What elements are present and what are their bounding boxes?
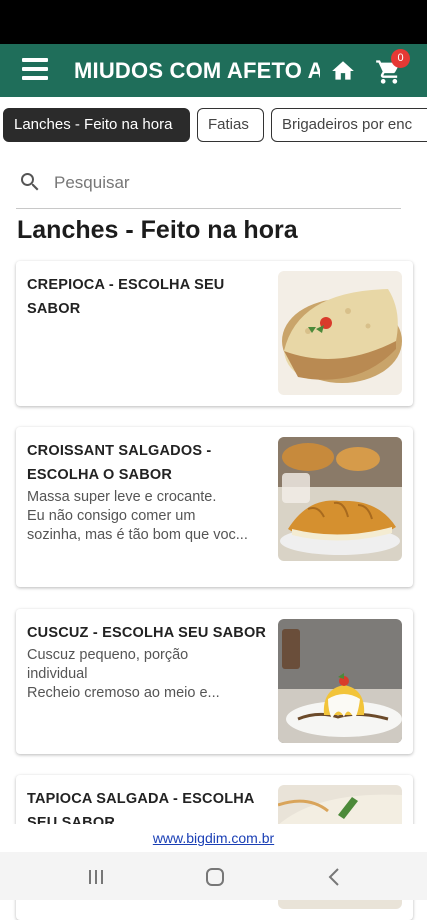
- recents-button[interactable]: [85, 866, 107, 888]
- product-description-line: Recheio cremoso ao meio e...: [27, 685, 220, 701]
- product-description-line: Eu não consigo comer um: [27, 508, 196, 524]
- product-card-croissant[interactable]: CROISSANT SALGADOS - ESCOLHA O SABOR Mas…: [16, 427, 413, 587]
- product-title-line: SABOR: [27, 301, 81, 317]
- android-home-icon: [206, 868, 224, 886]
- home-button[interactable]: [330, 58, 356, 84]
- search-icon[interactable]: [18, 170, 42, 194]
- footer: www.bigdim.com.br: [0, 824, 427, 852]
- croissant-image: [278, 437, 402, 561]
- product-title-line: CUSCUZ - ESCOLHA SEU SABOR: [27, 625, 267, 641]
- menu-button[interactable]: [22, 58, 48, 82]
- category-tab-brigadeiros[interactable]: Brigadeiros por enc: [271, 108, 427, 142]
- product-description-line: sozinha, mas é tão bom que voc...: [27, 527, 248, 543]
- cart-count-badge: 0: [391, 49, 410, 68]
- product-description-line: Cuscuz pequeno, porção: [27, 647, 189, 663]
- cuscuz-image: [278, 619, 402, 743]
- hamburger-menu-icon: [22, 58, 48, 62]
- category-tab-fatias[interactable]: Fatias: [197, 108, 264, 142]
- back-icon: [328, 868, 339, 886]
- search-input[interactable]: [54, 168, 384, 198]
- product-description-line: Massa super leve e crocante.: [27, 489, 217, 505]
- app-title: MIUDOS COM AFETO A: [74, 58, 320, 83]
- home-icon: [332, 61, 354, 80]
- system-navigation-bar: [0, 852, 427, 900]
- product-title-line: ESCOLHA O SABOR: [27, 467, 173, 483]
- product-title: CROISSANT SALGADOS - ESCOLHA O SABOR: [27, 439, 267, 487]
- status-bar: [0, 0, 427, 44]
- search-bar: [16, 163, 401, 209]
- footer-website-link[interactable]: www.bigdim.com.br: [153, 830, 274, 846]
- recents-icon: [89, 870, 103, 884]
- hamburger-menu-icon-bar: [22, 76, 48, 80]
- back-button[interactable]: [324, 866, 346, 888]
- product-title-line: TAPIOCA SALGADA - ESCOLHA: [27, 791, 255, 807]
- product-title: CREPIOCA - ESCOLHA SEU SABOR: [27, 273, 267, 321]
- category-tab-lanches[interactable]: Lanches - Feito na hora: [3, 108, 190, 142]
- hamburger-menu-icon-bar: [22, 67, 48, 71]
- product-description: Cuscuz pequeno, porção individual Rechei…: [27, 646, 267, 703]
- product-description-line: individual: [27, 666, 88, 682]
- product-title-line: CREPIOCA - ESCOLHA SEU: [27, 277, 225, 293]
- category-tabs: Lanches - Feito na hora Fatias Brigadeir…: [0, 105, 427, 145]
- product-description: Massa super leve e crocante. Eu não cons…: [27, 488, 267, 545]
- crepioca-image: [278, 271, 402, 395]
- android-home-button[interactable]: [204, 866, 226, 888]
- product-title-line: CROISSANT SALGADOS -: [27, 443, 212, 459]
- product-card-crepioca[interactable]: CREPIOCA - ESCOLHA SEU SABOR: [16, 261, 413, 406]
- product-title: CUSCUZ - ESCOLHA SEU SABOR: [27, 621, 267, 645]
- app-bar: MIUDOS COM AFETO A: [0, 44, 427, 97]
- product-card-cuscuz[interactable]: CUSCUZ - ESCOLHA SEU SABOR Cuscuz pequen…: [16, 609, 413, 754]
- section-title: Lanches - Feito na hora: [17, 216, 298, 244]
